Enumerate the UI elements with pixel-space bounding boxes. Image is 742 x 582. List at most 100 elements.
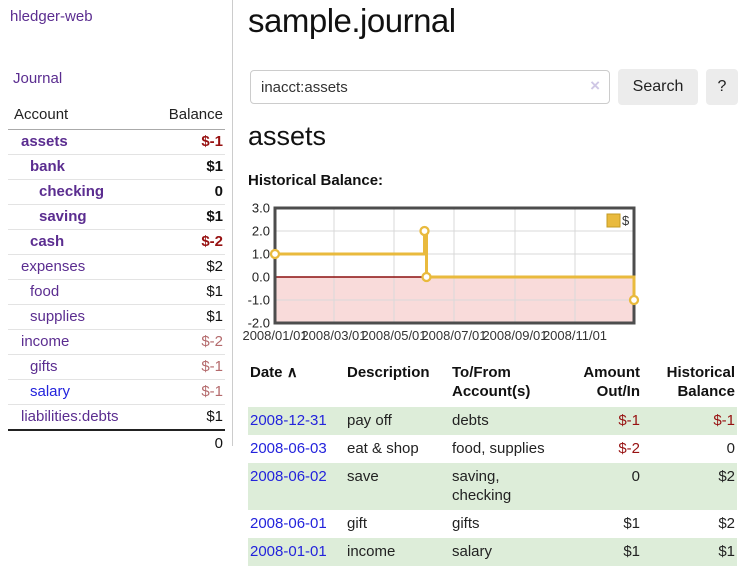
column-header-accounts: To/From Account(s) [450, 361, 554, 407]
account-balance: $-1 [148, 130, 225, 155]
accounts-header-account: Account [8, 102, 148, 130]
transaction-date-link[interactable]: 2008-01-01 [250, 543, 327, 560]
account-row: cash$-2 [8, 230, 225, 255]
account-row: gifts $-1 [8, 355, 225, 380]
main-content: sample.journal × Search ? assets Histori… [248, 0, 742, 582]
historical-balance-chart: $3.02.01.00.0-1.0-2.02008/01/012008/03/0… [248, 203, 668, 353]
data-point-marker [271, 250, 279, 258]
transaction-row: 2008-06-01giftgifts$1$2 [248, 510, 737, 538]
svg-text:3.0: 3.0 [252, 201, 270, 216]
legend-label: $ [622, 213, 630, 228]
transaction-accounts-cell: debts [450, 407, 554, 435]
transactions-table: Date ∧ Description To/From Account(s) Am… [248, 361, 737, 566]
transaction-row: 2008-06-03eat & shopfood, supplies$-20 [248, 435, 737, 463]
transaction-row: 2008-12-31pay offdebts$-1$-1 [248, 407, 737, 435]
account-balance: 0 [148, 180, 225, 205]
transaction-accounts-cell: saving, checking [450, 463, 554, 510]
account-link-checking[interactable]: checking [39, 183, 104, 200]
account-link-income[interactable]: income [21, 333, 69, 350]
account-row: income $-2 [8, 330, 225, 355]
search-bar: × Search ? [248, 69, 742, 105]
account-balance: $1 [148, 280, 225, 305]
account-row: food $1 [8, 280, 225, 305]
transaction-date-link[interactable]: 2008-06-03 [250, 440, 327, 457]
transaction-date-cell: 2008-12-31 [248, 407, 345, 435]
transaction-date-link[interactable]: 2008-06-01 [250, 515, 327, 532]
svg-text:2008/03/01: 2008/03/01 [301, 328, 366, 343]
help-button[interactable]: ? [706, 69, 738, 105]
accounts-total-balance: 0 [148, 430, 225, 456]
transaction-description-cell: save [345, 463, 450, 510]
transaction-description-cell: pay off [345, 407, 450, 435]
account-link-gifts[interactable]: gifts [30, 358, 58, 375]
accounts-total-row: 0 [8, 430, 225, 456]
svg-text:2008/09/01: 2008/09/01 [482, 328, 547, 343]
account-row: supplies $1 [8, 305, 225, 330]
account-link-cash[interactable]: cash [30, 233, 64, 250]
account-link-food[interactable]: food [30, 283, 59, 300]
transaction-date-cell: 2008-06-03 [248, 435, 345, 463]
column-header-date[interactable]: Date ∧ [248, 361, 345, 407]
account-link-supplies[interactable]: supplies [30, 308, 85, 325]
account-row: expenses $2 [8, 255, 225, 280]
svg-text:2008/11/01: 2008/11/01 [543, 328, 607, 343]
transaction-amount-cell: $1 [554, 538, 642, 566]
chart-heading: Historical Balance: [248, 172, 383, 189]
transaction-row: 2008-06-02savesaving, checking0$2 [248, 463, 737, 510]
account-link-liabilities-debts[interactable]: liabilities:debts [21, 408, 119, 425]
transaction-amount-cell: $1 [554, 510, 642, 538]
transaction-row: 2008-01-01incomesalary$1$1 [248, 538, 737, 566]
date-header-label: Date [250, 364, 283, 381]
account-row: checking 0 [8, 180, 225, 205]
account-row: saving $1 [8, 205, 225, 230]
transaction-balance-cell: $-1 [642, 407, 737, 435]
account-row: bank $1 [8, 155, 225, 180]
data-point-marker [630, 296, 638, 304]
column-header-amount: Amount Out/In [554, 361, 642, 407]
transaction-description-cell: income [345, 538, 450, 566]
transaction-amount-cell: $-1 [554, 407, 642, 435]
transaction-accounts-cell: salary [450, 538, 554, 566]
svg-text:-1.0: -1.0 [248, 293, 270, 308]
account-balance: $1 [148, 305, 225, 330]
account-balance: $2 [148, 255, 225, 280]
account-row: assets $-1 [8, 130, 225, 155]
transaction-date-link[interactable]: 2008-06-02 [250, 468, 327, 485]
column-header-description: Description [345, 361, 450, 407]
transaction-accounts-cell: gifts [450, 510, 554, 538]
account-balance: $-1 [148, 355, 225, 380]
account-row: salary $-1 [8, 380, 225, 405]
sidebar-item-journal[interactable]: Journal [13, 70, 62, 87]
clear-search-icon[interactable]: × [590, 77, 600, 95]
data-point-marker [423, 273, 431, 281]
account-link-expenses[interactable]: expenses [21, 258, 85, 275]
account-link-salary[interactable]: salary [30, 383, 70, 400]
chart-svg: $3.02.01.00.0-1.0-2.02008/01/012008/03/0… [248, 203, 668, 353]
transaction-description-cell: eat & shop [345, 435, 450, 463]
app-brand-link[interactable]: hledger-web [10, 8, 93, 25]
transaction-amount-cell: $-2 [554, 435, 642, 463]
transaction-balance-cell: $2 [642, 463, 737, 510]
transaction-date-link[interactable]: 2008-12-31 [250, 412, 327, 429]
account-balance: $1 [148, 205, 225, 230]
transaction-date-cell: 2008-06-01 [248, 510, 345, 538]
search-button[interactable]: Search [618, 69, 698, 105]
transaction-balance-cell: 0 [642, 435, 737, 463]
account-heading: assets [248, 121, 326, 152]
transaction-balance-cell: $1 [642, 538, 737, 566]
account-balance: $-1 [148, 380, 225, 405]
account-link-bank[interactable]: bank [30, 158, 65, 175]
accounts-header-balance: Balance [148, 102, 225, 130]
account-link-assets[interactable]: assets [21, 133, 68, 150]
column-header-balance: Historical Balance [642, 361, 737, 407]
svg-text:0.0: 0.0 [252, 270, 270, 285]
transaction-description-cell: gift [345, 510, 450, 538]
svg-text:1.0: 1.0 [252, 247, 270, 262]
account-link-saving[interactable]: saving [39, 208, 87, 225]
sidebar: hledger-web Journal Account Balance asse… [0, 0, 233, 446]
account-balance: $-2 [148, 330, 225, 355]
search-input[interactable] [250, 70, 610, 104]
transactions-header-row: Date ∧ Description To/From Account(s) Am… [248, 361, 737, 407]
account-row: liabilities:debts$1 [8, 405, 225, 431]
account-balance: $1 [148, 155, 225, 180]
